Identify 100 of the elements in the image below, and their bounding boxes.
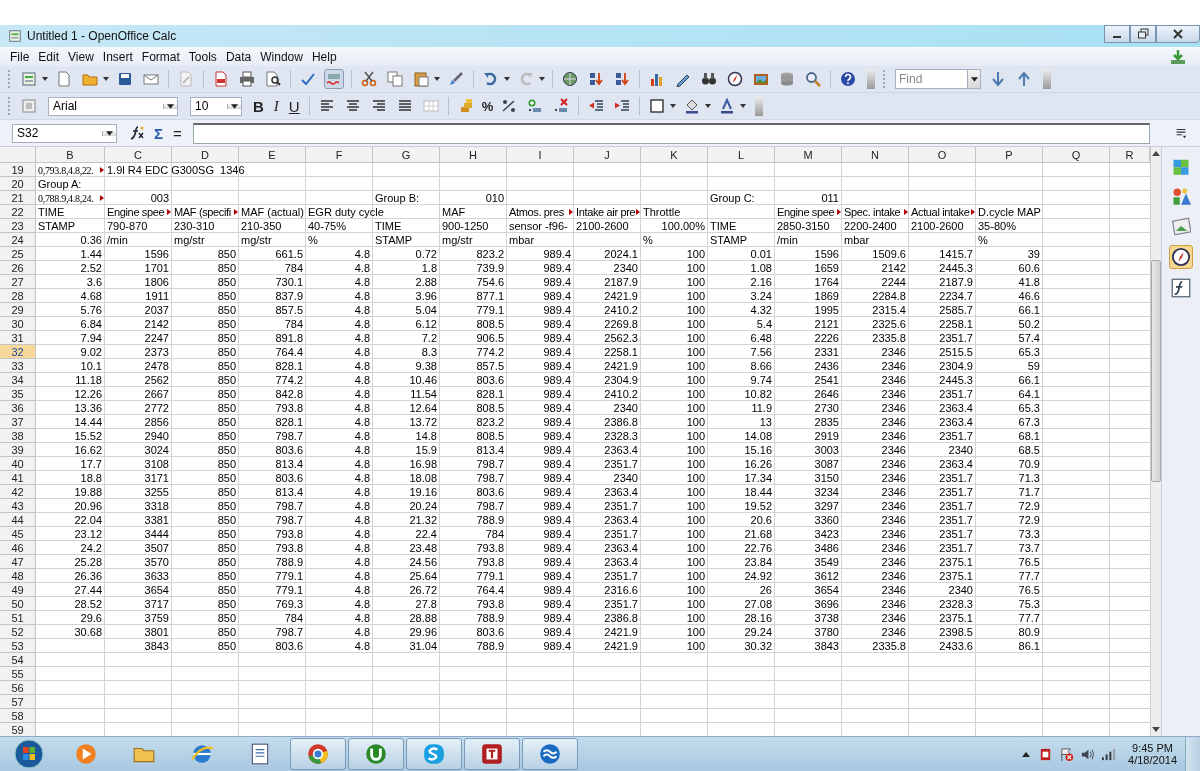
row-header[interactable]: 28: [0, 289, 36, 303]
row-header[interactable]: 41: [0, 471, 36, 485]
text-style-button[interactable]: I: [268, 97, 284, 115]
row-header[interactable]: 35: [0, 387, 36, 401]
column-header[interactable]: O: [909, 147, 976, 163]
column-header[interactable]: E: [239, 147, 306, 163]
copy-icon[interactable]: [386, 70, 404, 88]
dropdown-arrow-icon[interactable]: [504, 77, 510, 81]
scroll-down-icon[interactable]: [1152, 727, 1160, 732]
row-header[interactable]: 47: [0, 555, 36, 569]
scroll-up-icon[interactable]: [1152, 151, 1160, 156]
clipboard-icon[interactable]: [412, 70, 430, 88]
name-box[interactable]: S32: [12, 123, 117, 143]
close-button[interactable]: [1156, 25, 1200, 43]
scissors-icon[interactable]: [360, 70, 378, 88]
row-header[interactable]: 51: [0, 611, 36, 625]
signal-icon[interactable]: [1101, 746, 1117, 762]
row-header[interactable]: 44: [0, 513, 36, 527]
row-header[interactable]: 59: [0, 723, 36, 736]
row-header[interactable]: 57: [0, 695, 36, 709]
menu-item[interactable]: Window: [260, 49, 303, 64]
row-header[interactable]: 53: [0, 639, 36, 653]
menu-item[interactable]: Format: [141, 49, 180, 64]
row-header[interactable]: 24: [0, 233, 36, 247]
dropdown-button[interactable]: [967, 69, 981, 89]
menu-item[interactable]: Help: [311, 49, 337, 64]
toolbar-handle[interactable]: [8, 70, 10, 88]
row-header[interactable]: 19: [0, 163, 36, 177]
row-header[interactable]: 34: [0, 373, 36, 387]
merge-cells-icon[interactable]: [421, 97, 440, 115]
printer-icon[interactable]: [238, 70, 256, 88]
formula-input[interactable]: [192, 122, 1150, 144]
pdf-document-icon[interactable]: [212, 70, 230, 88]
magnifier-icon[interactable]: [804, 70, 822, 88]
text-style-button[interactable]: U: [283, 97, 305, 115]
column-header[interactable]: I: [507, 147, 574, 163]
help-icon[interactable]: [839, 70, 857, 88]
row-header[interactable]: 56: [0, 681, 36, 695]
clock-date[interactable]: 4/18/2014: [1128, 754, 1177, 766]
find-field[interactable]: Find: [895, 69, 967, 89]
up-arrow-icon[interactable]: [1015, 70, 1033, 88]
menu-item[interactable]: File: [10, 49, 30, 64]
compass-icon[interactable]: [1169, 245, 1193, 269]
percent-button[interactable]: %: [478, 98, 497, 114]
row-header[interactable]: 23: [0, 219, 36, 233]
row-header[interactable]: 27: [0, 275, 36, 289]
down-arrow-icon[interactable]: [989, 70, 1007, 88]
dropdown-arrow-icon[interactable]: [539, 77, 545, 81]
column-header[interactable]: C: [105, 147, 172, 163]
menu-item[interactable]: View: [68, 49, 94, 64]
taskbar-button[interactable]: [406, 738, 462, 770]
row-header[interactable]: 45: [0, 527, 36, 541]
row-header[interactable]: 22: [0, 205, 36, 219]
sort-descending-icon[interactable]: [613, 70, 631, 88]
sort-ascending-icon[interactable]: [587, 70, 605, 88]
dropdown-arrow-icon[interactable]: [42, 77, 48, 81]
column-header[interactable]: M: [775, 147, 842, 163]
taskbar-button[interactable]: [348, 738, 404, 770]
dropdown-arrow-icon[interactable]: [740, 104, 747, 108]
row-header[interactable]: 43: [0, 499, 36, 513]
column-header[interactable]: J: [574, 147, 641, 163]
clock-time[interactable]: 9:45 PM: [1132, 742, 1173, 754]
compass-icon[interactable]: [726, 70, 744, 88]
scrollbar-thumb[interactable]: [1151, 260, 1161, 482]
column-header[interactable]: B: [36, 147, 105, 163]
menu-item[interactable]: Insert: [102, 49, 133, 64]
row-header[interactable]: 37: [0, 415, 36, 429]
row-header[interactable]: 31: [0, 331, 36, 345]
toolbar-handle[interactable]: [8, 97, 10, 115]
row-header[interactable]: 52: [0, 625, 36, 639]
row-header[interactable]: 49: [0, 583, 36, 597]
page-magnifier-icon[interactable]: [264, 70, 282, 88]
column-header[interactable]: K: [641, 147, 708, 163]
column-header[interactable]: F: [306, 147, 373, 163]
show-hidden-icons-icon[interactable]: [1022, 751, 1031, 757]
column-header[interactable]: L: [708, 147, 775, 163]
minimize-button[interactable]: [1104, 25, 1130, 43]
dropdown-arrow-icon[interactable]: [231, 103, 238, 109]
dropdown-arrow-icon[interactable]: [103, 77, 109, 81]
borders-icon[interactable]: [648, 97, 667, 115]
row-header[interactable]: 42: [0, 485, 36, 499]
column-header[interactable]: G: [373, 147, 440, 163]
row-header[interactable]: 20: [0, 177, 36, 191]
row-header[interactable]: 55: [0, 667, 36, 681]
menu-item[interactable]: Data: [225, 49, 252, 64]
dropdown-arrow-icon[interactable]: [670, 104, 677, 108]
paintbrush-icon[interactable]: [447, 70, 465, 88]
dropdown-arrow-icon[interactable]: [434, 77, 440, 81]
font-size-box[interactable]: 10: [190, 96, 242, 116]
row-header[interactable]: 26: [0, 261, 36, 275]
column-header[interactable]: H: [440, 147, 507, 163]
taskbar-button[interactable]: [464, 738, 520, 770]
wavy-underline-icon[interactable]: [325, 70, 343, 88]
row-header[interactable]: 25: [0, 247, 36, 261]
function-icon[interactable]: [1170, 277, 1192, 299]
dropdown-arrow-icon[interactable]: [106, 130, 113, 136]
delete-decimal-icon[interactable]: [552, 97, 571, 115]
row-header[interactable]: 39: [0, 443, 36, 457]
globe-icon[interactable]: [561, 70, 579, 88]
toolbar-handle[interactable]: [883, 70, 885, 88]
